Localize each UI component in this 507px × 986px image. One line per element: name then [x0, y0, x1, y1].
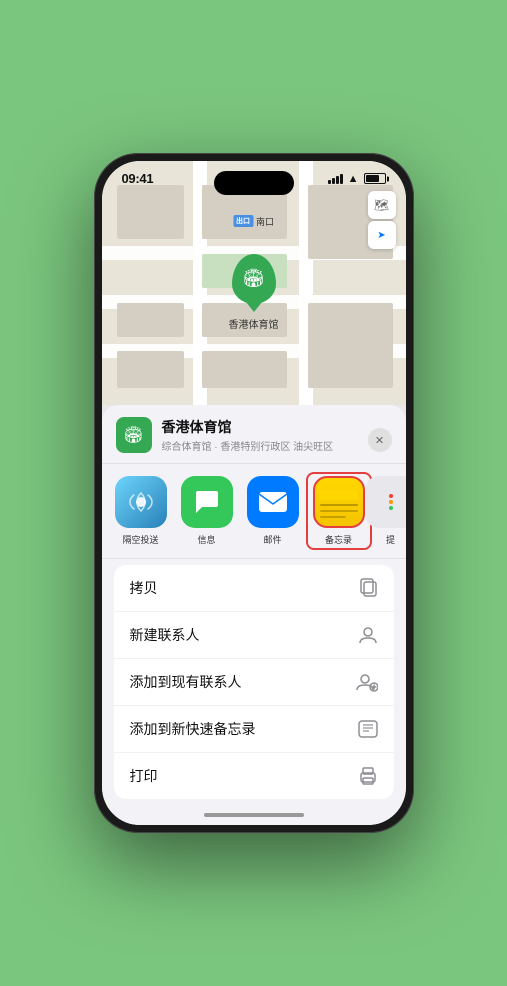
notes-header: [320, 490, 358, 500]
action-new-contact[interactable]: 新建联系人: [114, 612, 394, 659]
share-item-airdrop[interactable]: 隔空投送: [112, 476, 170, 546]
map-label-text: 南口: [256, 215, 274, 228]
map-block-8: [308, 303, 393, 388]
map-block-3: [117, 303, 184, 337]
phone-frame: 09:41 ▲: [94, 153, 414, 833]
map-controls: 🗺 ➤: [368, 191, 396, 249]
share-item-message[interactable]: 信息: [178, 476, 236, 546]
location-marker[interactable]: 🏟 香港体育馆: [229, 254, 279, 331]
message-svg: [192, 487, 222, 517]
map-block-1: [117, 185, 184, 239]
airdrop-label: 隔空投送: [122, 533, 158, 546]
dot-red: [389, 494, 393, 498]
marker-pin: 🏟: [232, 254, 276, 304]
notes-line-3: [320, 516, 347, 518]
battery-fill: [366, 175, 380, 182]
action-add-notes[interactable]: 添加到新快速备忘录: [114, 706, 394, 753]
print-icon: [358, 767, 378, 785]
map-label-badge: 出口: [233, 215, 253, 227]
action-copy-text: 拷贝: [130, 578, 158, 598]
map-block-5: [117, 351, 184, 388]
message-label: 信息: [197, 533, 215, 546]
dot-orange: [389, 500, 393, 504]
notes-line-2: [320, 510, 358, 512]
venue-header: 🏟 香港体育馆 综合体育馆 · 香港特别行政区 油尖旺区 ✕: [102, 417, 406, 464]
signal-bar-2: [332, 178, 335, 184]
home-bar: [204, 813, 304, 817]
copy-icon: [360, 578, 378, 598]
new-contact-icon: [358, 625, 378, 645]
status-time: 09:41: [122, 171, 154, 186]
battery-icon: [364, 173, 386, 184]
signal-bar-3: [336, 176, 339, 184]
notes-icon: [313, 476, 365, 528]
action-list: 拷贝 新建联系人 添加到现有联系人: [114, 565, 394, 799]
share-item-notes[interactable]: 备忘录: [310, 476, 368, 546]
action-print-text: 打印: [130, 766, 158, 786]
more-label: 提: [386, 533, 395, 546]
more-icon: [365, 476, 406, 528]
location-button[interactable]: ➤: [368, 221, 396, 249]
marker-label: 香港体育馆: [229, 316, 279, 331]
venue-avatar: 🏟: [116, 417, 152, 453]
share-row: 隔空投送 信息: [102, 464, 406, 559]
signal-bar-4: [340, 174, 343, 184]
dynamic-island: [214, 171, 294, 195]
wifi-icon: ▲: [348, 173, 359, 185]
location-arrow-icon: ➤: [377, 230, 385, 241]
dot-green: [389, 506, 393, 510]
quick-notes-icon: [358, 720, 378, 738]
action-add-existing[interactable]: 添加到现有联系人: [114, 659, 394, 706]
message-icon: [181, 476, 233, 528]
notes-line-1: [320, 504, 358, 506]
close-button[interactable]: ✕: [368, 428, 392, 452]
action-add-notes-text: 添加到新快速备忘录: [130, 719, 256, 739]
mail-icon: [247, 476, 299, 528]
status-icons: ▲: [328, 173, 386, 185]
map-area[interactable]: 出口 南口 🏟 香港体育馆 🗺 ➤: [102, 161, 406, 405]
map-type-button[interactable]: 🗺: [368, 191, 396, 219]
phone-screen: 09:41 ▲: [102, 161, 406, 825]
map-block-6: [202, 351, 287, 388]
action-copy[interactable]: 拷贝: [114, 565, 394, 612]
add-contact-icon: [356, 672, 378, 692]
action-add-existing-text: 添加到现有联系人: [130, 672, 242, 692]
airdrop-icon: [115, 476, 167, 528]
mail-label: 邮件: [263, 533, 281, 546]
more-dots: [389, 494, 393, 510]
signal-bars-icon: [328, 174, 343, 184]
share-item-more[interactable]: 提: [376, 476, 406, 546]
venue-avatar-icon: 🏟: [123, 425, 143, 445]
stadium-icon: 🏟: [242, 268, 265, 289]
notes-lines-container: [315, 483, 363, 522]
map-entrance-label: 出口 南口: [233, 215, 274, 228]
action-new-contact-text: 新建联系人: [130, 625, 200, 645]
action-print[interactable]: 打印: [114, 753, 394, 799]
airdrop-svg: [127, 488, 155, 516]
venue-name: 香港体育馆: [162, 417, 392, 437]
notes-label: 备忘录: [325, 533, 352, 546]
share-item-mail[interactable]: 邮件: [244, 476, 302, 546]
map-background: 出口 南口 🏟 香港体育馆 🗺 ➤: [102, 161, 406, 405]
mail-svg: [258, 491, 288, 513]
bottom-sheet: 🏟 香港体育馆 综合体育馆 · 香港特别行政区 油尖旺区 ✕: [102, 405, 406, 825]
venue-subtitle: 综合体育馆 · 香港特别行政区 油尖旺区: [162, 438, 392, 453]
home-indicator: [102, 805, 406, 825]
signal-bar-1: [328, 180, 331, 184]
venue-info: 香港体育馆 综合体育馆 · 香港特别行政区 油尖旺区: [162, 417, 392, 453]
